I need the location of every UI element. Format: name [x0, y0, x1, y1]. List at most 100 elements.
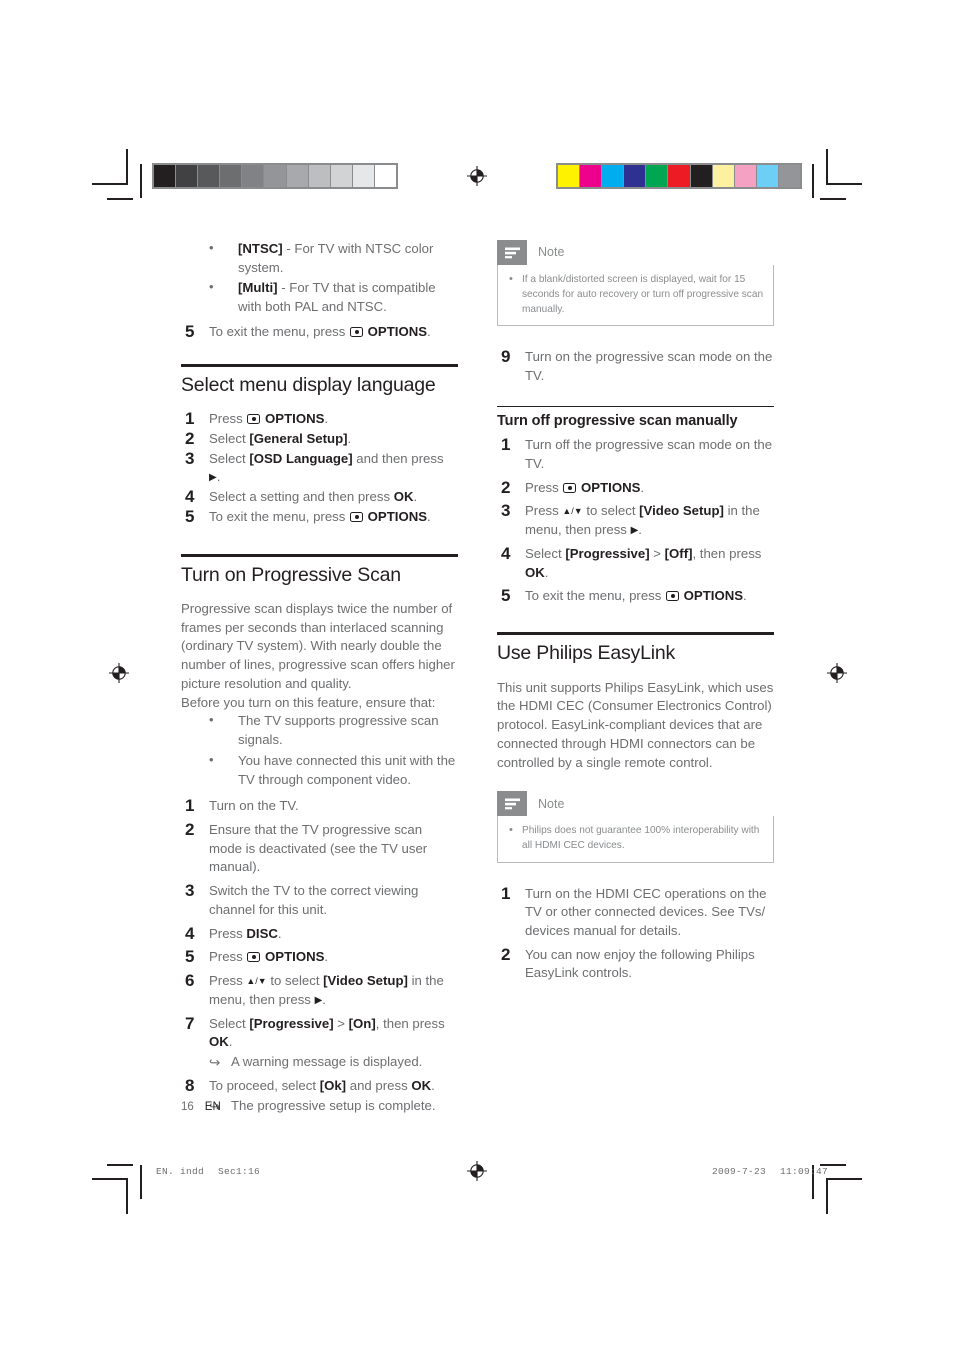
note-header: Note — [497, 240, 774, 265]
step-off-5-pre: To exit the menu, press — [525, 588, 665, 604]
page-number: 16 — [181, 1101, 194, 1113]
step-prog-8-pre: To proceed, select — [209, 1077, 320, 1093]
step-prog-3: Switch the TV to the correct viewing cha… — [185, 879, 419, 917]
options-icon — [350, 326, 363, 337]
step-off-4-bold3: OK — [525, 564, 545, 580]
calibration-swatch — [220, 165, 243, 187]
crop-mark-top-right-inner-horizontal — [820, 198, 846, 200]
step-easylink-2: You can now enjoy the following Philips … — [501, 943, 755, 981]
step-off-4-post: , then press — [692, 545, 762, 561]
step-off-2-pre: Press — [525, 479, 563, 495]
intro-step-5: 5 To exit the menu, press OPTIONS. — [181, 322, 458, 342]
crop-mark-bottom-left-horizontal — [92, 1178, 128, 1180]
crop-mark-bottom-right-horizontal — [826, 1178, 862, 1180]
steps-turn-on-progressive-scan: Turn on the TV. Ensure that the TV progr… — [181, 794, 458, 1116]
print-section-marker: Sec1:16 — [218, 1166, 261, 1177]
step-9-number: 9 — [501, 347, 511, 367]
step-lang-5: To exit the menu, press OPTIONS. — [181, 505, 458, 529]
step-prog-6-tail: . — [322, 991, 326, 1007]
step-9-text: Turn on the progressive scan mode on the… — [525, 349, 773, 384]
section-rule — [181, 553, 458, 557]
step-lang-2: Select [General Setup]. — [181, 427, 458, 451]
step-prog-4-post: . — [277, 925, 282, 941]
step-prog-7-mid: > — [333, 1015, 349, 1031]
step-lang-1-pre: Press — [209, 411, 247, 427]
crop-mark-top-right-inner-vertical — [812, 164, 814, 198]
calibration-swatch — [154, 165, 177, 187]
paragraph-progressive-intro: Progressive scan displays twice the numb… — [181, 600, 455, 691]
step-off-4: Select [Progressive] > [Off], then press… — [497, 542, 774, 582]
calibration-swatch — [242, 165, 265, 187]
print-file-name: EN. indd — [156, 1166, 205, 1177]
step-prog-4: Press DISC. — [181, 922, 458, 946]
step-lang-3-post: and then press — [352, 450, 444, 466]
step-lang-5-post: . — [427, 508, 431, 524]
options-icon — [666, 591, 679, 602]
step-prog-7-pre: Select — [209, 1015, 250, 1031]
step-prog-7-bold: [Progressive] — [249, 1015, 334, 1031]
step-lang-3-bold: [OSD Language] — [249, 450, 353, 466]
calibration-swatch — [286, 165, 309, 187]
step-lang-2-post: . — [347, 430, 352, 446]
step-off-4-tail: . — [544, 564, 549, 580]
step-prog-6-pre: Press — [209, 973, 247, 989]
calibration-swatch — [176, 165, 199, 187]
step-prog-8-result: The progressive setup is complete. — [209, 1097, 458, 1116]
calibration-swatch — [756, 165, 779, 187]
calibration-swatch — [330, 165, 353, 187]
crop-mark-top-left-inner-horizontal — [107, 198, 133, 200]
step-prog-6: Press ▲/▼ to select [Video Setup] in the… — [181, 969, 458, 1009]
page-folio: 16 EN — [181, 1101, 221, 1113]
calibration-swatch — [580, 165, 603, 187]
calibration-swatch — [602, 165, 625, 187]
heading-turn-off-progressive-scan: Turn off progressive scan manually — [497, 412, 738, 429]
arrow-up-down-icon: ▲/▼ — [246, 976, 267, 987]
calibration-swatch — [712, 165, 735, 187]
step-prog-7-bold2: [On] — [348, 1015, 376, 1031]
step-off-1: Turn off the progressive scan mode on th… — [501, 433, 773, 472]
calibration-swatch — [264, 165, 287, 187]
steps-select-menu-display-language: Press OPTIONS. Select [General Setup]. S… — [181, 407, 458, 529]
step-prog-7-post: , then press — [375, 1015, 445, 1031]
step-lang-1-bold: OPTIONS — [265, 411, 325, 427]
calibration-swatch — [198, 165, 221, 187]
calibration-swatch — [558, 165, 581, 187]
print-time: 11:09:47 — [780, 1166, 829, 1177]
registration-target-top — [466, 165, 488, 187]
ntsc-multi-bullet-list: [NTSC] - For TV with NTSC color system. … — [181, 239, 458, 317]
arrow-right-icon: ▶ — [209, 472, 217, 484]
intro-step-5-prefix: To exit the menu, press — [209, 323, 349, 339]
note-item: Philips does not guarantee 100% interope… — [507, 822, 764, 853]
step-lang-2-bold: [General Setup] — [249, 430, 348, 446]
crop-mark-top-left-horizontal — [92, 183, 128, 185]
crop-mark-bottom-left-vertical — [126, 1178, 128, 1214]
step-off-4-pre: Select — [525, 545, 566, 561]
step-prog-5-pre: Press — [209, 949, 247, 965]
calibration-swatch — [374, 165, 397, 187]
calibration-swatch — [624, 165, 647, 187]
options-icon — [247, 952, 261, 963]
paragraph-progressive-prereq: Before you turn on this feature, ensure … — [181, 694, 436, 710]
step-prog-5-post: . — [324, 949, 329, 965]
step-off-2: Press OPTIONS. — [497, 476, 774, 500]
step-lang-3: Select [OSD Language] and then press ▶. — [181, 447, 458, 487]
note-header: Note — [497, 791, 774, 817]
section-select-menu-display-language: Select menu display language Press OPTIO… — [181, 363, 458, 529]
step-prog-7-result: A warning message is displayed. — [209, 1053, 458, 1072]
heading-select-menu-display-language: Select menu display language — [181, 373, 436, 396]
right-column: Note If a blank/distorted screen is disp… — [497, 240, 774, 988]
step-off-4-bold: [Progressive] — [565, 545, 650, 561]
step-off-4-bold2: [Off] — [664, 545, 693, 561]
step-9-progressive: 9 Turn on the progressive scan mode on t… — [497, 347, 774, 385]
section-rule — [497, 632, 774, 636]
step-prog-1: Turn on the TV. — [185, 794, 299, 818]
step-lang-4-pre: Select a setting and then press — [209, 489, 394, 505]
options-icon — [563, 482, 577, 493]
step-prog-5: Press OPTIONS. — [181, 945, 458, 969]
step-off-5-bold: OPTIONS — [683, 588, 744, 604]
calibration-swatch — [646, 165, 669, 187]
step-easylink-1: Turn on the HDMI CEC operations on the T… — [501, 882, 767, 938]
calibration-swatch — [352, 165, 375, 187]
bullet-ntsc: [NTSC] - For TV with NTSC color system. — [181, 239, 458, 277]
step-lang-1: Press OPTIONS. — [181, 407, 458, 431]
